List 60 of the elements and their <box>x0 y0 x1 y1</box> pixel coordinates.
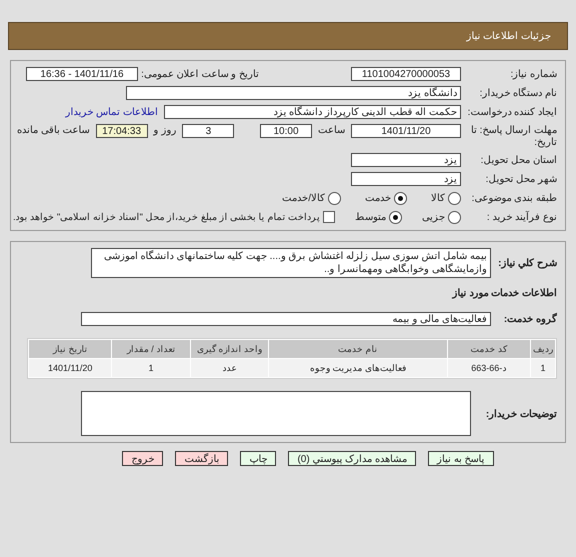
table-cell: فعالیت‌های مدیریت وجوه <box>268 359 447 377</box>
service-group-field[interactable]: فعالیت‌های مالی و بیمه <box>81 312 491 326</box>
days-field[interactable]: 3 <box>182 124 234 138</box>
remaining-time-field: 17:04:33 <box>96 124 148 138</box>
city-field[interactable]: یزد <box>351 172 461 186</box>
action-button[interactable]: مشاهده مدارک پیوستي (0) <box>288 451 416 466</box>
radio-button[interactable] <box>328 192 341 204</box>
table-cell: 1401/11/20 <box>29 359 112 377</box>
field-label: شهر محل تحویل: <box>484 173 557 185</box>
column-header: واحد اندازه گیری <box>190 340 268 358</box>
radio-label: کالا <box>431 192 445 204</box>
section-title: اطلاعات خدمات مورد نیاز <box>452 287 557 299</box>
announce-date-field[interactable]: 1401/11/16 - 16:36 <box>26 67 138 81</box>
field-label: نام دستگاه خریدار: <box>478 87 557 99</box>
province-field[interactable]: یزد <box>351 153 461 167</box>
field-label: استان محل تحویل: <box>480 154 557 166</box>
column-header: تاریخ نیاز <box>29 340 112 358</box>
field-label: نوع فرآیند خرید : <box>486 211 557 223</box>
field-label: ایجاد کننده درخواست: <box>467 106 557 118</box>
need-number-field[interactable]: 1101004270000053 <box>351 67 461 81</box>
buyer-notes-field[interactable] <box>81 391 471 436</box>
action-button[interactable]: خروج <box>122 451 164 466</box>
description-field[interactable]: بیمه شامل اتش سوزی سیل زلزله اغتشاش برق و.... جهت کلیه ساختمانهای دانشگاه اموزشی وازمایشگاهی وخوابگاهی ومهمانسرا و.. <box>91 248 491 278</box>
table-cell: د-66-663 <box>448 359 530 377</box>
radio-button[interactable] <box>389 210 402 224</box>
radio-label: کالا/خدمت <box>282 192 325 204</box>
radio-button[interactable] <box>448 210 461 224</box>
time-label: ساعت <box>318 124 345 136</box>
header-title: جزئیات اطلاعات نیاز <box>466 30 551 42</box>
checkbox[interactable] <box>323 211 335 223</box>
column-header: تعداد / مقدار <box>112 340 190 358</box>
column-header: کد خدمت <box>448 340 530 358</box>
deadline-time-field[interactable]: 10:00 <box>260 124 312 138</box>
days-label: روز و <box>154 124 176 136</box>
remaining-label: ساعت باقی مانده <box>17 124 90 136</box>
buyer-contact-link[interactable]: اطلاعات تماس خریدار <box>65 106 158 118</box>
column-header: نام خدمت <box>268 340 447 358</box>
action-button[interactable]: چاپ <box>240 451 276 466</box>
table-cell: عدد <box>190 359 268 377</box>
field-label: شماره نیاز: <box>509 68 557 80</box>
field-label: توضیحات خریدار: <box>484 408 557 420</box>
radio-label: خدمت <box>365 192 391 204</box>
buyer-org-field[interactable]: دانشگاه یزد <box>126 86 461 100</box>
table-cell: 1 <box>112 359 190 377</box>
radio-button[interactable] <box>448 192 461 204</box>
radio-label: متوسط <box>355 211 386 223</box>
action-button[interactable]: پاسخ به نیاز <box>428 451 494 466</box>
checkbox-label: پرداخت تمام یا بخشی از مبلغ خرید،از محل "اسناد خزانه اسلامی" خواهد بود. <box>12 211 320 223</box>
radio-button[interactable] <box>394 192 407 204</box>
field-label: گروه خدمت: <box>502 313 557 325</box>
field-label: شرح کلي نیاز: <box>497 257 557 269</box>
action-button[interactable]: بازگشت <box>175 451 228 466</box>
radio-label: جزیی <box>422 211 445 223</box>
field-label: تاریخ و ساعت اعلان عمومی: <box>144 68 259 80</box>
column-header: ردیف <box>530 340 555 358</box>
deadline-date-field[interactable]: 1401/11/20 <box>351 124 461 138</box>
table-cell: 1 <box>530 359 555 377</box>
field-label: طبقه بندی موضوعی: <box>470 192 557 204</box>
requester-field[interactable]: حکمت اله قطب الدینی کارپرداز دانشگاه یزد <box>164 105 461 119</box>
field-label: مهلت ارسال پاسخ: تا تاریخ: <box>470 124 557 148</box>
